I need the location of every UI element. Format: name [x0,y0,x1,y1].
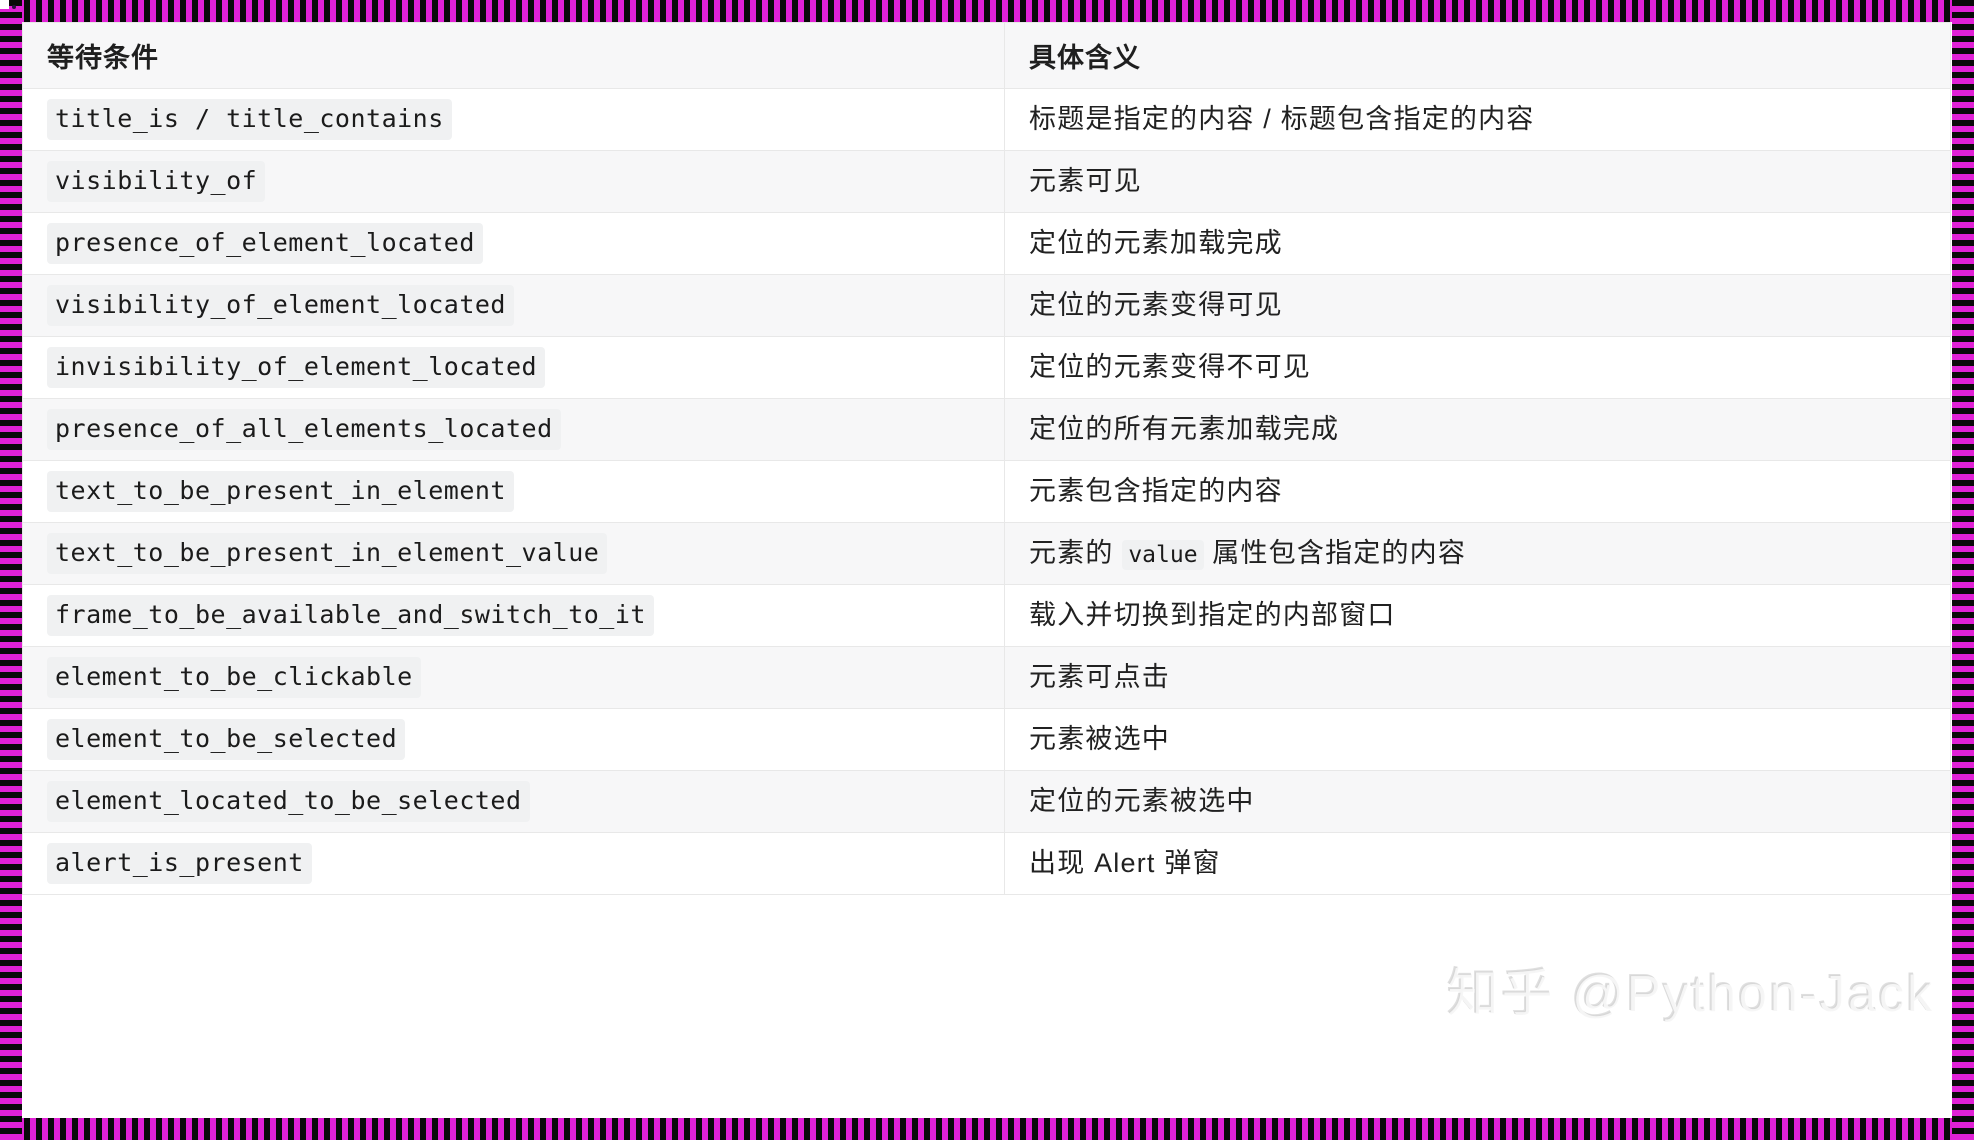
table-row: presence_of_element_located 定位的元素加载完成 [22,212,1951,275]
meaning-text: 定位的所有元素加载完成 [1029,414,1339,444]
condition-code: visibility_of [47,161,266,202]
meaning-text-pre: 定位的所有元素加载完成 [1029,414,1340,445]
condition-code: presence_of_element_located [47,223,483,264]
meaning-text: 载入并切换到指定的内部窗口 [1029,600,1396,630]
table-row: visibility_of_element_located 定位的元素变得可见 [22,274,1951,337]
meaning-text: 元素的 value 属性包含指定的内容 [1029,538,1467,571]
table-row: invisibility_of_element_located 定位的元素变得不可… [22,336,1951,399]
cell-meaning: 定位的所有元素加载完成 [1004,398,1951,461]
table-row: element_to_be_clickable 元素可点击 [22,646,1951,709]
cell-condition: element_to_be_clickable [22,646,1005,709]
cell-meaning: 定位的元素被选中 [1004,770,1951,833]
page-frame: 等待条件 具体含义 title_is / title_contains 标题是指定… [0,0,1974,1140]
cell-condition: invisibility_of_element_located [22,336,1005,399]
meaning-text-pre: 定位的元素变得可见 [1029,290,1283,321]
meaning-text: 定位的元素加载完成 [1029,228,1283,258]
cell-condition: frame_to_be_available_and_switch_to_it [22,584,1005,647]
cell-meaning: 定位的元素变得不可见 [1004,336,1951,399]
cell-meaning: 元素可见 [1004,150,1951,213]
meaning-text: 定位的元素变得可见 [1029,290,1283,320]
watermark: 知乎 @Python-Jack [1446,965,1934,1023]
meaning-text: 元素包含指定的内容 [1029,476,1283,506]
cell-condition: visibility_of [22,150,1005,213]
decorative-border-bottom [0,1118,1974,1140]
wait-conditions-table: 等待条件 具体含义 title_is / title_contains 标题是指定… [22,22,1951,895]
cell-condition: text_to_be_present_in_element_value [22,522,1005,585]
meaning-text: 元素被选中 [1029,724,1170,754]
cell-meaning: 定位的元素加载完成 [1004,212,1951,275]
meaning-text: 标题是指定的内容 / 标题包含指定的内容 [1029,104,1535,134]
cell-condition: element_located_to_be_selected [22,770,1005,833]
decorative-border-left [0,0,22,1140]
condition-code: element_located_to_be_selected [47,781,530,822]
cell-condition: text_to_be_present_in_element [22,460,1005,523]
meaning-text: 出现 Alert 弹窗 [1029,848,1221,878]
cell-meaning: 元素可点击 [1004,646,1951,709]
condition-code: element_to_be_clickable [47,657,421,698]
table-row: visibility_of 元素可见 [22,150,1951,213]
table-row: text_to_be_present_in_element_value 元素的 v… [22,522,1951,585]
condition-code: title_is / title_contains [47,99,452,140]
condition-code: presence_of_all_elements_located [47,409,561,450]
meaning-text-post: 属性包含指定的内容 [1203,538,1467,569]
meaning-text-pre: 元素包含指定的内容 [1029,476,1283,507]
meaning-text-pre: 标题是指定的内容 / 标题包含指定的内容 [1029,104,1535,135]
decorative-border-top [0,0,1974,22]
table-header-row: 等待条件 具体含义 [22,22,1951,89]
meaning-text-pre: 定位的元素被选中 [1029,786,1255,817]
cell-condition: visibility_of_element_located [22,274,1005,337]
meaning-text-pre: 元素被选中 [1029,724,1170,755]
table-row: element_located_to_be_selected 定位的元素被选中 [22,770,1951,833]
table-row: presence_of_all_elements_located 定位的所有元素加… [22,398,1951,461]
cell-condition: presence_of_all_elements_located [22,398,1005,461]
corner-dot-icon [12,5,16,9]
cell-meaning: 出现 Alert 弹窗 [1004,832,1951,895]
cell-condition: presence_of_element_located [22,212,1005,275]
decorative-border-right [1952,0,1974,1140]
meaning-text-pre: 载入并切换到指定的内部窗口 [1029,600,1396,631]
table-head: 等待条件 具体含义 [22,22,1951,89]
meaning-text-pre: 定位的元素加载完成 [1029,228,1283,259]
cell-meaning: 标题是指定的内容 / 标题包含指定的内容 [1004,88,1951,151]
cell-condition: title_is / title_contains [22,88,1005,151]
table-body: title_is / title_contains 标题是指定的内容 / 标题包含… [22,88,1951,895]
condition-code: frame_to_be_available_and_switch_to_it [47,595,654,636]
wait-conditions-table-wrapper: 等待条件 具体含义 title_is / title_contains 标题是指定… [22,22,1951,895]
meaning-text-pre: 元素可见 [1029,166,1142,197]
meaning-text: 元素可点击 [1029,662,1170,692]
table-row: frame_to_be_available_and_switch_to_it 载入… [22,584,1951,647]
table-row: alert_is_present 出现 Alert 弹窗 [22,832,1951,895]
cell-meaning: 定位的元素变得可见 [1004,274,1951,337]
cell-condition: alert_is_present [22,832,1005,895]
meaning-text: 定位的元素被选中 [1029,786,1255,816]
document-canvas: 等待条件 具体含义 title_is / title_contains 标题是指定… [22,22,1952,1118]
condition-code: invisibility_of_element_located [47,347,546,388]
meaning-text: 元素可见 [1029,166,1142,196]
meaning-text-pre: 出现 Alert 弹窗 [1029,848,1221,879]
condition-code: visibility_of_element_located [47,285,514,326]
cell-meaning: 元素包含指定的内容 [1004,460,1951,523]
cell-condition: element_to_be_selected [22,708,1005,771]
meaning-text-pre: 元素可点击 [1029,662,1170,693]
meaning-text: 定位的元素变得不可见 [1029,352,1311,382]
meaning-inline-code: value [1122,540,1204,571]
condition-code: alert_is_present [47,843,312,884]
meaning-text-pre: 定位的元素变得不可见 [1029,352,1311,383]
table-row: element_to_be_selected 元素被选中 [22,708,1951,771]
condition-code: text_to_be_present_in_element_value [47,533,608,574]
column-header-condition: 等待条件 [22,22,1005,89]
corner-notch [0,0,9,9]
cell-meaning: 载入并切换到指定的内部窗口 [1004,584,1951,647]
table-row: text_to_be_present_in_element 元素包含指定的内容 [22,460,1951,523]
column-header-meaning: 具体含义 [1004,22,1951,89]
condition-code: element_to_be_selected [47,719,406,760]
cell-meaning: 元素的 value 属性包含指定的内容 [1004,522,1951,585]
meaning-text-pre: 元素的 [1029,538,1123,569]
cell-meaning: 元素被选中 [1004,708,1951,771]
condition-code: text_to_be_present_in_element [47,471,514,512]
table-row: title_is / title_contains 标题是指定的内容 / 标题包含… [22,88,1951,151]
